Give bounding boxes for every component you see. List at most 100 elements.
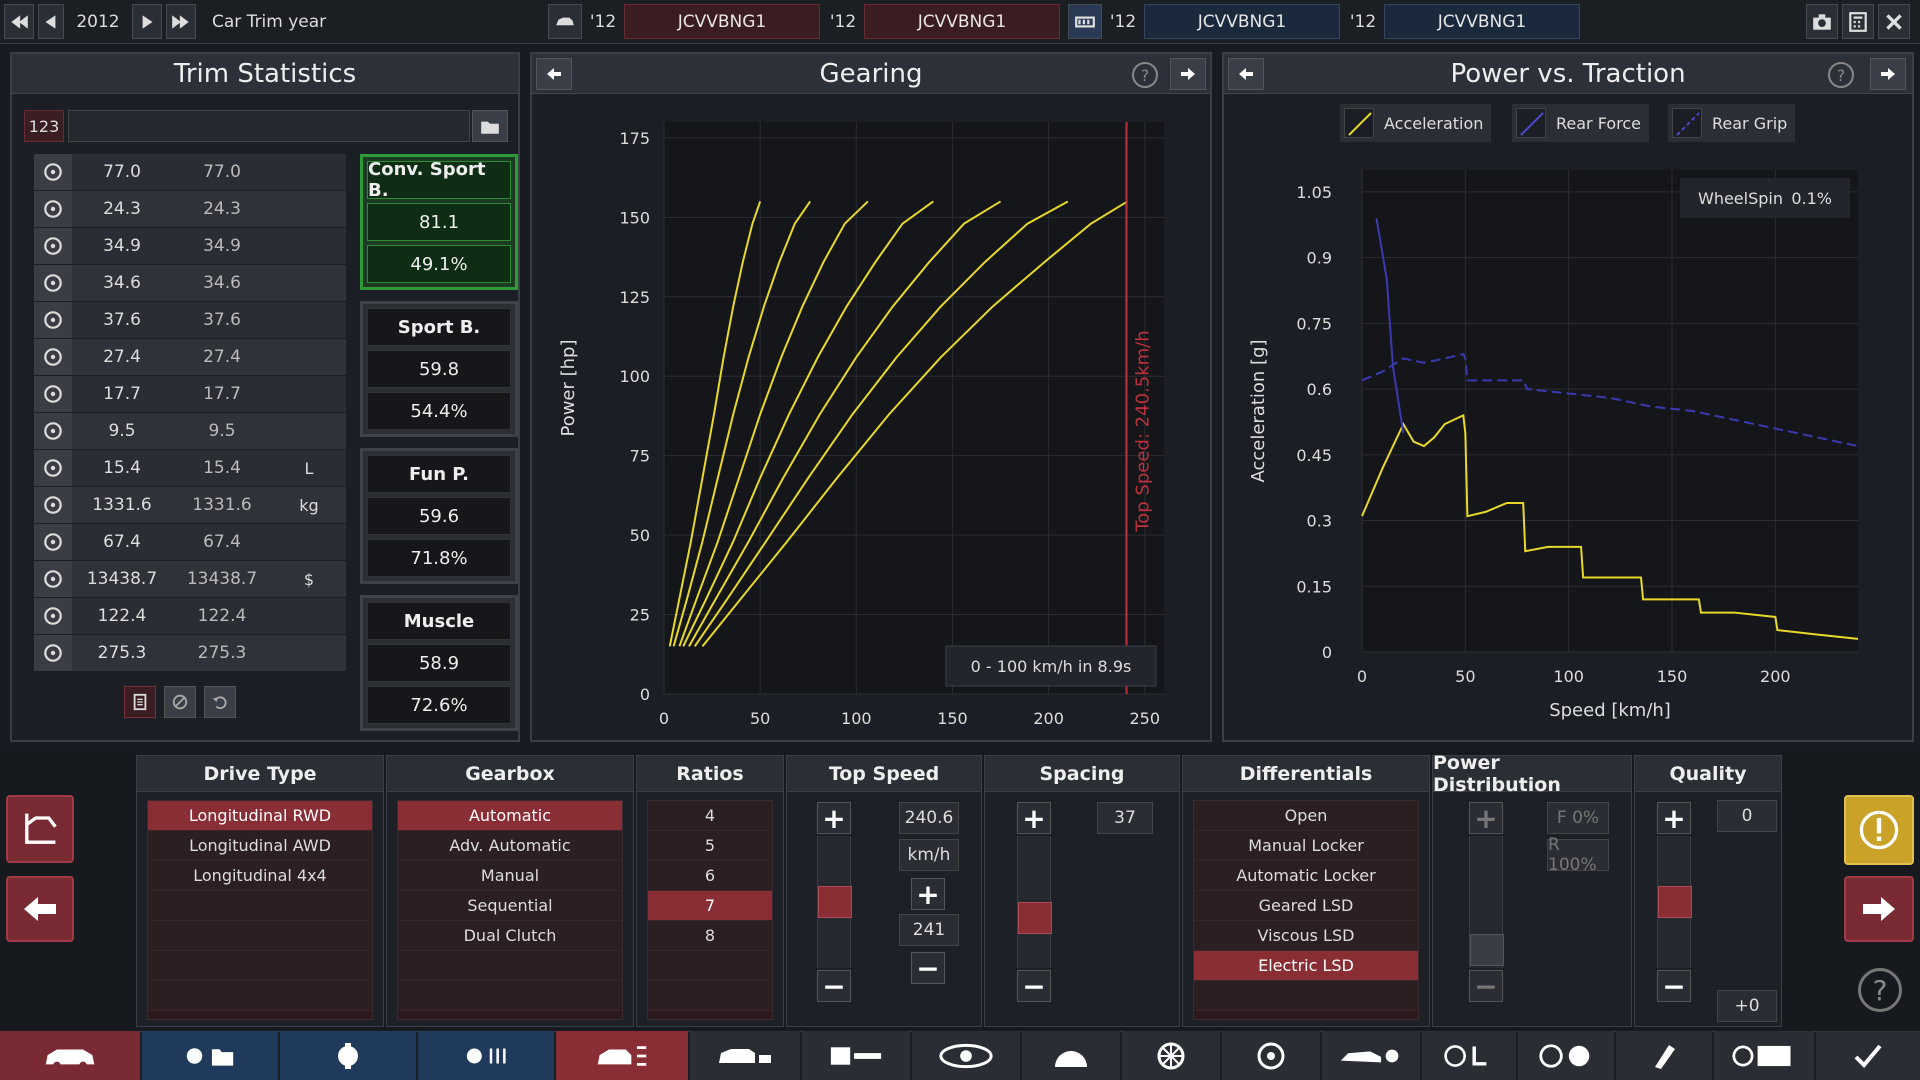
power-dist-decrease-button[interactable]: −	[1469, 970, 1503, 1003]
ratios-option[interactable]: 8	[648, 921, 772, 951]
nav-model[interactable]	[0, 1031, 140, 1080]
spacing-slider[interactable]	[1017, 836, 1052, 968]
nav-finish[interactable]	[1816, 1031, 1920, 1080]
trim-name-input[interactable]	[68, 110, 470, 142]
drive-type-option[interactable]: Longitudinal AWD	[148, 831, 372, 861]
tab-4[interactable]: JCVVBNG1	[1384, 4, 1580, 39]
category-card[interactable]: Conv. Sport B. 81.1 49.1%	[360, 154, 518, 290]
year-value: 2012	[68, 4, 128, 39]
clear-button[interactable]	[164, 686, 196, 718]
reset-button[interactable]	[204, 686, 236, 718]
quality-increase-button[interactable]: +	[1657, 802, 1691, 835]
legend-rear-grip[interactable]: Rear Grip	[1668, 104, 1796, 142]
layout-button[interactable]	[6, 795, 74, 863]
stat-compare-value: 275.3	[197, 643, 247, 663]
ratios-option[interactable]: 4	[648, 801, 772, 831]
differentials-option[interactable]: Automatic Locker	[1194, 861, 1418, 891]
nav-rims[interactable]	[1122, 1031, 1220, 1080]
next-chart-button[interactable]	[1870, 58, 1906, 90]
tab-1[interactable]: JCVVBNG1	[624, 4, 820, 39]
calculator-button[interactable]	[1842, 4, 1874, 39]
nav-engine[interactable]	[280, 1031, 416, 1080]
stat-row: 15.4 15.4 L	[34, 450, 346, 486]
quality-decrease-button[interactable]: −	[1657, 970, 1691, 1003]
tab-2[interactable]: JCVVBNG1	[864, 4, 1060, 39]
track-view-button[interactable]	[1068, 4, 1102, 39]
screenshot-button[interactable]	[1806, 4, 1838, 39]
differentials-option[interactable]: Geared LSD	[1194, 891, 1418, 921]
nav-tyres[interactable]	[1222, 1031, 1320, 1080]
help-button[interactable]: ?	[1858, 968, 1902, 1012]
legend-label: Rear Grip	[1712, 113, 1788, 133]
target-increase-button[interactable]: +	[911, 878, 945, 911]
load-trim-button[interactable]	[472, 110, 508, 142]
spacing-value: 37	[1097, 802, 1153, 834]
drive-type-option[interactable]: Longitudinal 4x4	[148, 861, 372, 891]
gearbox-option[interactable]: Manual	[398, 861, 622, 891]
help-icon[interactable]: ?	[1132, 62, 1158, 88]
differentials-option[interactable]: Viscous LSD	[1194, 921, 1418, 951]
back-button[interactable]	[6, 876, 74, 942]
target-decrease-button[interactable]: −	[911, 952, 945, 985]
tab-3[interactable]: JCVVBNG1	[1144, 4, 1340, 39]
differentials-option[interactable]: Manual Locker	[1194, 831, 1418, 861]
nav-chassis[interactable]	[802, 1031, 910, 1080]
gearbox-option[interactable]: Adv. Automatic	[398, 831, 622, 861]
stat-value: 9.5	[108, 421, 136, 441]
next-year-button[interactable]	[132, 4, 162, 39]
nav-brakes[interactable]	[912, 1031, 1020, 1080]
top-speed-increase-button[interactable]: +	[817, 802, 851, 835]
next-chart-button[interactable]	[1170, 58, 1206, 90]
nav-engine-tune[interactable]	[418, 1031, 554, 1080]
nav-interior[interactable]	[1422, 1031, 1516, 1080]
legend-rear-force[interactable]: Rear Force	[1512, 104, 1649, 142]
differentials-option[interactable]: Electric LSD	[1194, 951, 1418, 981]
nav-fixtures[interactable]	[1616, 1031, 1712, 1080]
gearbox-option[interactable]: Dual Clutch	[398, 921, 622, 951]
nav-engine-select[interactable]	[142, 1031, 278, 1080]
nav-drivetrain[interactable]	[556, 1031, 688, 1080]
spacing-decrease-button[interactable]: −	[1017, 970, 1051, 1003]
slider-knob[interactable]	[1658, 886, 1692, 918]
nav-wheels[interactable]	[1022, 1031, 1120, 1080]
ratios-option[interactable]: 6	[648, 861, 772, 891]
slider-knob[interactable]	[1470, 934, 1504, 966]
drive-type-option[interactable]: Longitudinal RWD	[148, 801, 372, 831]
power-dist-slider[interactable]	[1469, 836, 1504, 968]
category-card[interactable]: Sport B. 59.8 54.4%	[360, 301, 518, 437]
gearbox-option[interactable]: Automatic	[398, 801, 622, 831]
nav-suspension[interactable]	[690, 1031, 800, 1080]
prev-chart-button[interactable]	[536, 58, 572, 90]
last-year-button[interactable]	[166, 4, 196, 39]
power-dist-increase-button[interactable]: +	[1469, 802, 1503, 835]
nav-aero[interactable]	[1322, 1031, 1420, 1080]
report-button[interactable]	[124, 686, 156, 718]
nav-safety[interactable]	[1518, 1031, 1614, 1080]
car-view-button[interactable]	[548, 4, 582, 39]
stat-unit: $	[303, 569, 315, 589]
stat-compare-value: 15.4	[203, 458, 241, 478]
gearbox-option[interactable]: Sequential	[398, 891, 622, 921]
nav-testing[interactable]	[1714, 1031, 1814, 1080]
close-button[interactable]	[1878, 4, 1910, 39]
slider-knob[interactable]	[1018, 902, 1052, 934]
warning-button[interactable]	[1844, 795, 1914, 865]
quality-slider[interactable]	[1657, 836, 1692, 968]
ratios-option[interactable]: 5	[648, 831, 772, 861]
category-card[interactable]: Fun P. 59.6 71.8%	[360, 448, 518, 584]
next-button[interactable]	[1844, 876, 1914, 942]
differentials-option[interactable]: Open	[1194, 801, 1418, 831]
top-speed-slider[interactable]	[817, 836, 852, 968]
ratios-option[interactable]: 7	[648, 891, 772, 921]
prev-year-button[interactable]	[38, 4, 64, 39]
prev-chart-button[interactable]	[1228, 58, 1264, 90]
differentials-section: Differentials Open Manual Locker Automatic…	[1182, 755, 1430, 1027]
help-icon[interactable]: ?	[1828, 62, 1854, 88]
category-card[interactable]: Muscle 58.9 72.6%	[360, 595, 518, 731]
category-name: Muscle	[367, 602, 511, 640]
spacing-increase-button[interactable]: +	[1017, 802, 1051, 835]
top-speed-decrease-button[interactable]: −	[817, 970, 851, 1003]
first-year-button[interactable]	[4, 4, 34, 39]
legend-acceleration[interactable]: Acceleration	[1340, 104, 1492, 142]
slider-knob[interactable]	[818, 886, 852, 918]
